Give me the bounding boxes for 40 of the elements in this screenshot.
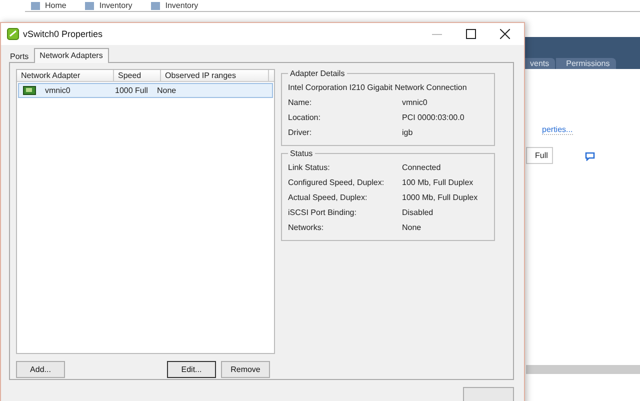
field-value: 1000 Mb, Full Duplex bbox=[402, 193, 478, 202]
table-cell-text: None bbox=[156, 86, 178, 95]
group-title: Status bbox=[289, 149, 314, 158]
field-label: iSCSI Port Binding: bbox=[288, 208, 358, 217]
tab[interactable]: Ports bbox=[5, 51, 34, 62]
network-card-icon bbox=[23, 86, 36, 95]
speed-field: Full bbox=[526, 147, 553, 164]
group-title: Adapter Details bbox=[289, 69, 346, 78]
tab[interactable]: Network Adapters bbox=[34, 48, 109, 63]
dialog-button[interactable]: Remove bbox=[221, 361, 270, 378]
field-value: 100 Mb, Full Duplex bbox=[402, 178, 474, 187]
column-header[interactable]: Network Adapter bbox=[17, 70, 114, 81]
field-value: Connected bbox=[402, 163, 441, 172]
table-cell-text: 1000 Full bbox=[114, 86, 149, 95]
dialog-button[interactable]: Edit... bbox=[167, 361, 216, 378]
properties-link[interactable]: perties... bbox=[542, 125, 573, 135]
field-value: igb bbox=[402, 128, 413, 137]
field-value: vmnic0 bbox=[402, 98, 428, 107]
comment-icon[interactable] bbox=[585, 152, 595, 161]
field-label: Name: bbox=[288, 98, 313, 107]
column-header[interactable]: Speed bbox=[114, 70, 161, 81]
field-label: Location: bbox=[288, 113, 322, 122]
field-label: Driver: bbox=[288, 128, 313, 137]
breadcrumb-link[interactable]: Inventory bbox=[99, 0, 132, 10]
field-value: PCI 0000:03:00.0 bbox=[402, 113, 464, 122]
window-title: vSwitch0 Properties bbox=[23, 29, 103, 39]
adapter-description: Intel Corporation I210 Gigabit Network Connection bbox=[288, 82, 468, 94]
adapter-row[interactable]: vmnic0 1000 Full None bbox=[18, 83, 273, 98]
field-label: Actual Speed, Duplex: bbox=[288, 193, 368, 202]
column-header[interactable]: Observed IP ranges bbox=[161, 70, 269, 81]
breadcrumb-link[interactable]: Inventory bbox=[165, 0, 198, 10]
dialog-button[interactable]: Add... bbox=[16, 361, 65, 378]
field-value: None bbox=[402, 223, 422, 232]
breadcrumb-link[interactable]: Home bbox=[45, 0, 66, 10]
field-label: Configured Speed, Duplex: bbox=[288, 178, 386, 187]
tab[interactable]: Permissions bbox=[556, 58, 616, 69]
table-cell: vmnic0 bbox=[45, 86, 70, 95]
field-label: Link Status: bbox=[288, 163, 331, 172]
field-value: Disabled bbox=[402, 208, 434, 217]
field-label: Networks: bbox=[288, 223, 325, 232]
